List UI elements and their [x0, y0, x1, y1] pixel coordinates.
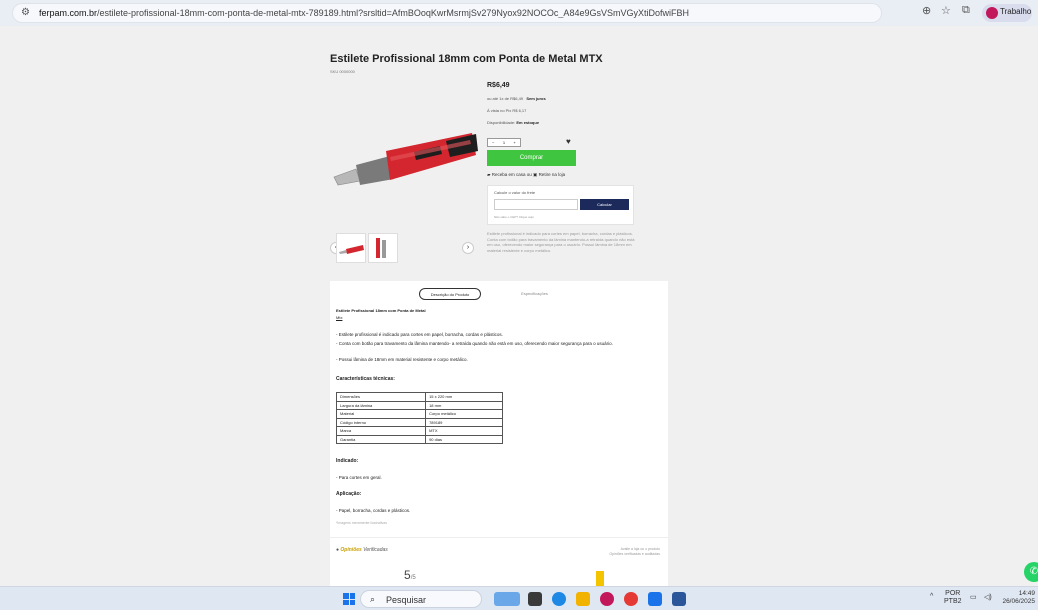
extensions-icon[interactable]: ⧉: [962, 4, 970, 17]
avatar: [986, 7, 998, 19]
product-tabs: Descrição do Produto Especificações: [330, 288, 668, 302]
table-row: Garantia 90 dias: [335, 434, 503, 444]
tech-title: Características técnicas:: [336, 376, 395, 382]
calculate-button[interactable]: Calcular: [580, 199, 629, 210]
description-p1: - Estilete profissional é indicado para …: [336, 332, 503, 337]
pix-price: À vista no Pix R$ 6,17: [487, 108, 527, 113]
chrome-icon[interactable]: [624, 592, 638, 606]
truck-icon: ▰: [487, 172, 491, 177]
tab-specifications[interactable]: Especificações: [512, 288, 557, 300]
page-content: Estilete Profissional 18mm com Ponta de …: [0, 26, 1038, 586]
url-text[interactable]: ferpam.com.br/estilete-profissional-18mm…: [39, 8, 819, 18]
profile-button[interactable]: Trabalho: [982, 4, 1032, 22]
app-icon[interactable]: [600, 592, 614, 606]
address-bar[interactable]: ⚙ ferpam.com.br/estilete-profissional-18…: [12, 3, 882, 23]
rating-bar: [596, 571, 604, 586]
chevron-right-icon[interactable]: ›: [462, 242, 474, 254]
delivery-options: ▰ Receba em casa ou ▣ Retire na loja: [487, 172, 566, 177]
table-row: Marca MTX: [335, 426, 503, 436]
heart-icon[interactable]: ♥: [566, 137, 571, 146]
qty-plus-button[interactable]: +: [513, 140, 515, 145]
table-row: Dimensões 15 x 220 mm: [335, 392, 503, 402]
network-icon[interactable]: ▭: [970, 593, 977, 601]
calculator-icon[interactable]: [648, 592, 662, 606]
indicated-title: Indicado:: [336, 458, 359, 464]
clock[interactable]: 14:49 26/06/2025: [1001, 590, 1035, 606]
site-settings-icon[interactable]: ⚙: [21, 7, 30, 18]
windows-start-icon[interactable]: [343, 593, 355, 605]
image-note: *Imagens meramente ilustrativas: [336, 521, 387, 525]
product-sku: SKU 0000000: [330, 69, 355, 74]
short-description: Estilete profissional é indicado para co…: [487, 231, 635, 253]
search-icon: ⌕: [370, 594, 376, 604]
specs-table: Dimensões 15 x 220 mm Largura da lâmina 18…: [335, 392, 503, 444]
language-indicator[interactable]: POR PTB2: [944, 590, 962, 606]
volume-icon[interactable]: ◁): [984, 593, 992, 601]
installments: ou até 1x de R$6,49 Sem juros: [487, 96, 546, 101]
indicated-text: - Para cortes em geral.: [336, 475, 382, 480]
thumbnail-strip: ‹ ›: [330, 233, 480, 263]
taskbar: ⌕ Pesquisar ^ POR PTB2 ▭ ◁) 14:49 26/06/2…: [0, 586, 1038, 610]
chevron-up-icon[interactable]: ^: [930, 593, 933, 600]
shipping-calculator: Calcule o valor do frete Calcular Não sa…: [487, 185, 634, 225]
application-title: Aplicação:: [336, 491, 362, 497]
buy-button[interactable]: Comprar: [487, 150, 576, 166]
file-explorer-icon[interactable]: [576, 592, 590, 606]
cep-help-link[interactable]: Não sabe o CEP? Clique aqui: [494, 215, 534, 219]
badge-icon: ●: [336, 547, 340, 553]
thumbnail-1[interactable]: [336, 233, 366, 263]
word-icon[interactable]: [672, 592, 686, 606]
reviews-section: ● Opiniões Verificadas Avalie a loja ou …: [330, 537, 668, 586]
tab-description[interactable]: Descrição do Produto: [419, 288, 481, 300]
store-icon: ▣: [533, 172, 538, 177]
table-row: Código interno 789189: [335, 417, 503, 427]
cep-input[interactable]: [494, 199, 578, 210]
quantity-stepper[interactable]: − 1 +: [487, 138, 521, 147]
product-image[interactable]: [330, 81, 480, 231]
table-row: Material Corpo metálico: [335, 409, 503, 419]
table-row: Largura da lâmina 18 mm: [335, 400, 503, 410]
widgets-icon[interactable]: [494, 592, 520, 606]
thumbnail-2[interactable]: [368, 233, 398, 263]
task-view-icon[interactable]: [528, 592, 542, 606]
whatsapp-icon[interactable]: ✆: [1024, 562, 1038, 582]
description-heading: Estilete Profissional 18mm com Ponta de …: [336, 308, 426, 313]
zoom-icon[interactable]: ⊕: [922, 4, 931, 17]
brand-name: Mtx: [336, 315, 343, 320]
description-p3: - Possui lâmina de 18mm em material resi…: [336, 357, 468, 362]
qty-value[interactable]: 1: [503, 140, 505, 145]
application-text: - Papel, borracha, cordas e plásticos.: [336, 508, 411, 513]
edge-icon[interactable]: [552, 592, 566, 606]
browser-toolbar: ⚙ ferpam.com.br/estilete-profissional-18…: [0, 0, 1038, 26]
qty-minus-button[interactable]: −: [492, 140, 494, 145]
reviews-link[interactable]: Avalie a loja ou o produto Opiniões veri…: [609, 547, 660, 557]
reviews-logo: ● Opiniões Verificadas: [336, 547, 388, 553]
price: R$6,49: [487, 82, 510, 89]
product-title: Estilete Profissional 18mm com Ponta de …: [330, 53, 603, 65]
description-p2: - Conta com botão para travamento da lâm…: [336, 341, 613, 346]
star-icon[interactable]: ☆: [941, 4, 951, 17]
taskbar-search[interactable]: ⌕ Pesquisar: [360, 590, 482, 608]
review-score: 5/5: [404, 568, 416, 582]
availability: Disponibilidade: Em estoque: [487, 120, 540, 125]
